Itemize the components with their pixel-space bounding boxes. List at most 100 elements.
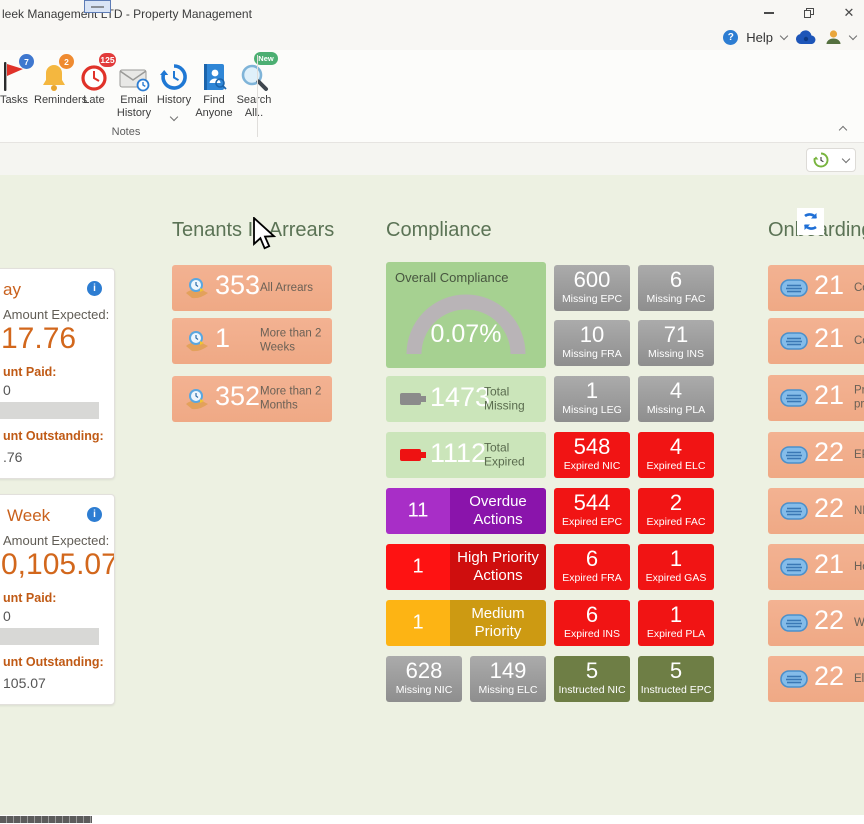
tile-label: Medium Priority xyxy=(450,605,546,641)
email-history-button[interactable]: Email History xyxy=(114,54,154,125)
search-all-button[interactable]: New Search All.. xyxy=(234,54,274,125)
document-stack-icon xyxy=(780,614,808,632)
subbar xyxy=(0,143,864,175)
tile-value: 21 xyxy=(814,549,844,580)
stat-tile[interactable]: 548 Expired NIC xyxy=(554,432,630,478)
history-chevron-icon[interactable] xyxy=(170,112,178,120)
info-icon[interactable]: i xyxy=(87,281,102,296)
onboarding-tile[interactable]: 21 Con xyxy=(768,265,864,311)
stat-tile[interactable]: 1 Expired PLA xyxy=(638,600,714,646)
onboarding-tile[interactable]: 21 Pres infor prov xyxy=(768,375,864,421)
high-priority-actions-tile[interactable]: 1 High Priority Actions xyxy=(386,544,546,590)
tile-value: 5 xyxy=(554,659,630,683)
stat-tile[interactable]: 6 Expired FRA xyxy=(554,544,630,590)
gauge-label: Overall Compliance xyxy=(395,270,508,285)
tile-label: Con sign xyxy=(854,334,864,348)
tile-value: 2 xyxy=(638,491,714,515)
onboarding-tile[interactable]: 21 How guid xyxy=(768,544,864,590)
stat-tile[interactable]: 10 Missing FRA xyxy=(554,320,630,366)
paid-value: 0 xyxy=(3,608,11,624)
user-chevron-icon[interactable] xyxy=(849,31,857,39)
arrears-icon xyxy=(184,330,210,352)
tile-value: 21 xyxy=(814,270,844,301)
history-button[interactable]: History xyxy=(154,54,194,125)
stat-tile[interactable]: 5 Instructed EPC xyxy=(638,656,714,702)
horizontal-scrollbar[interactable] xyxy=(0,815,864,824)
payments-today-card: ay i Amount Expected: 17.76 unt Paid: 0 … xyxy=(0,268,115,479)
refresh-chevron-icon xyxy=(842,154,850,162)
expected-value: 0,105.07 xyxy=(1,548,115,582)
dashboard: Tenants In Arrears Compliance Onboarding… xyxy=(0,175,864,815)
stat-tile[interactable]: 544 Expired EPC xyxy=(554,488,630,534)
history-label: History xyxy=(154,94,194,107)
stat-tile[interactable]: 2 Expired FAC xyxy=(638,488,714,534)
outstanding-label: unt Outstanding: xyxy=(3,429,104,443)
stat-tile[interactable]: 6 Expired INS xyxy=(554,600,630,646)
stat-tile[interactable]: 600 Missing EPC xyxy=(554,265,630,311)
tile-label: Con xyxy=(854,281,864,295)
stat-tile[interactable]: 71 Missing INS xyxy=(638,320,714,366)
tile-value: 628 xyxy=(386,659,462,683)
tile-value: 1 xyxy=(638,547,714,571)
onboarding-tile[interactable]: 22 EPC xyxy=(768,432,864,478)
missing-nic-tile[interactable]: 628 Missing NIC xyxy=(386,656,462,702)
close-button[interactable]: ✕ xyxy=(840,4,858,22)
outstanding-value: .76 xyxy=(3,449,22,465)
tile-value: 10 xyxy=(554,323,630,347)
tasks-button[interactable]: 7 Tasks xyxy=(0,54,34,125)
user-icon[interactable] xyxy=(825,29,842,45)
minimize-icon xyxy=(764,12,774,13)
restore-button[interactable] xyxy=(800,4,818,22)
stat-tile[interactable]: 5 Instructed NIC xyxy=(554,656,630,702)
document-stack-icon xyxy=(780,558,808,576)
onboarding-tile[interactable]: 22 NIC xyxy=(768,488,864,534)
late-button[interactable]: 125 Late xyxy=(74,54,114,125)
medium-priority-tile[interactable]: 1 Medium Priority xyxy=(386,600,546,646)
tile-label: Missing LEG xyxy=(554,404,630,416)
overdue-actions-tile[interactable]: 11 Overdue Actions xyxy=(386,488,546,534)
total-expired-tile[interactable]: 1112 Total Expired xyxy=(386,432,546,478)
outstanding-label: unt Outstanding: xyxy=(3,655,104,669)
onboarding-tile[interactable]: 21 Con sign xyxy=(768,318,864,364)
minimize-button[interactable] xyxy=(760,4,778,22)
onboarding-tile[interactable]: 22 Ele sup not xyxy=(768,656,864,702)
stat-tile[interactable]: 4 Expired ELC xyxy=(638,432,714,478)
tile-label: Wa not xyxy=(854,616,864,630)
help-button[interactable]: Help xyxy=(746,30,773,45)
help-icon: ? xyxy=(723,30,738,45)
document-stack-icon xyxy=(780,446,808,464)
onboarding-tile[interactable]: 22 Wa not xyxy=(768,600,864,646)
tile-value: 6 xyxy=(638,268,714,292)
tile-value: 4 xyxy=(638,379,714,403)
tile-value: 5 xyxy=(638,659,714,683)
sync-indicator xyxy=(797,208,824,235)
arrears-all-tile[interactable]: 353 All Arrears xyxy=(172,265,332,311)
expected-label: Amount Expected: xyxy=(3,307,109,322)
arrears-2weeks-tile[interactable]: 1 More than 2 Weeks xyxy=(172,318,332,364)
tile-label: How guid xyxy=(854,560,864,574)
overall-compliance-gauge[interactable]: Overall Compliance 0.07% xyxy=(386,262,546,368)
cloud-icon[interactable] xyxy=(795,30,817,45)
scrollbar-thumb[interactable] xyxy=(0,816,92,823)
stat-tile[interactable]: 1 Missing LEG xyxy=(554,376,630,422)
total-missing-tile[interactable]: 1473 Total Missing xyxy=(386,376,546,422)
reminders-badge: 2 xyxy=(59,54,74,69)
late-label: Late xyxy=(74,94,114,107)
find-anyone-button[interactable]: Find Anyone xyxy=(194,54,234,125)
ribbon-collapse-icon[interactable] xyxy=(839,126,847,134)
tile-label: Missing NIC xyxy=(386,684,462,696)
reminders-button[interactable]: 2 Reminders xyxy=(34,54,74,125)
stat-tile[interactable]: 6 Missing FAC xyxy=(638,265,714,311)
card-title: ay xyxy=(3,280,21,300)
stat-tile[interactable]: 1 Expired GAS xyxy=(638,544,714,590)
arrears-2months-tile[interactable]: 352 More than 2 Months xyxy=(172,376,332,422)
tile-label: Missing EPC xyxy=(554,293,630,305)
help-chevron-icon[interactable] xyxy=(780,31,788,39)
tile-label: Expired NIC xyxy=(554,460,630,472)
missing-elc-tile[interactable]: 149 Missing ELC xyxy=(470,656,546,702)
tile-value: 6 xyxy=(554,603,630,627)
tile-value: 548 xyxy=(554,435,630,459)
refresh-button[interactable] xyxy=(806,148,856,172)
info-icon[interactable]: i xyxy=(87,507,102,522)
stat-tile[interactable]: 4 Missing PLA xyxy=(638,376,714,422)
